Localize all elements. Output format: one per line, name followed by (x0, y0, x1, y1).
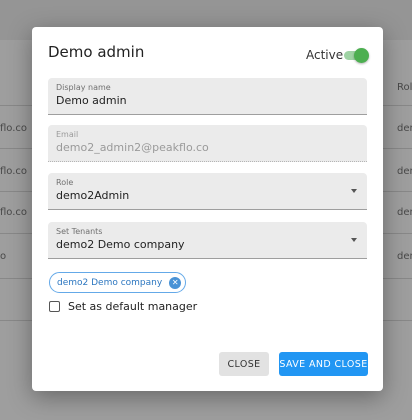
chevron-down-icon (351, 238, 357, 242)
remove-chip-icon[interactable]: ✕ (169, 277, 182, 289)
tenants-select[interactable]: Set Tenants demo2 Demo company (48, 222, 367, 259)
display-name-value: Demo admin (56, 94, 127, 107)
save-and-close-button[interactable]: SAVE AND CLOSE (279, 352, 368, 376)
close-button[interactable]: CLOSE (219, 352, 269, 376)
chevron-down-icon (351, 189, 357, 193)
tenants-value: demo2 Demo company (56, 238, 185, 251)
default-manager-label: Set as default manager (68, 300, 198, 313)
role-select[interactable]: Role demo2Admin (48, 173, 367, 210)
dialog-title: Demo admin (48, 43, 145, 61)
default-manager-option[interactable]: Set as default manager (49, 300, 197, 313)
tenant-chip-label: demo2 Demo company (57, 277, 163, 288)
edit-user-dialog: Demo admin Active Display name Demo admi… (32, 27, 383, 391)
email-field: Email demo2_admin2@peakflo.co (48, 125, 367, 162)
display-name-label: Display name (56, 83, 111, 92)
display-name-field[interactable]: Display name Demo admin (48, 78, 367, 115)
tenant-chip: demo2 Demo company ✕ (49, 272, 187, 293)
role-value: demo2Admin (56, 189, 130, 202)
default-manager-checkbox[interactable] (49, 301, 60, 312)
role-label: Role (56, 178, 74, 187)
email-value: demo2_admin2@peakflo.co (56, 141, 209, 154)
active-label: Active (306, 48, 344, 62)
active-toggle[interactable] (344, 48, 369, 63)
tenants-label: Set Tenants (56, 227, 103, 236)
toggle-thumb (354, 48, 369, 63)
email-label: Email (56, 130, 79, 139)
